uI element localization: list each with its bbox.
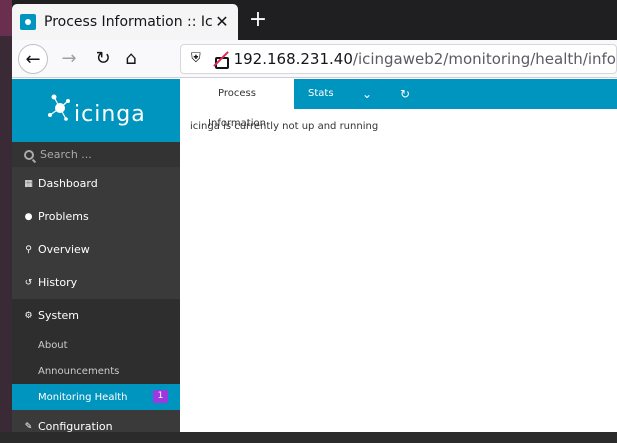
menu-label: History bbox=[38, 276, 78, 289]
system-submenu: About Announcements Monitoring Health 1 bbox=[12, 332, 188, 410]
refresh-icon[interactable]: ↻ bbox=[390, 79, 420, 109]
url-host: 192.168.231.40 bbox=[233, 50, 353, 68]
icinga-logo-icon bbox=[48, 94, 70, 121]
submenu-item-monitoring-health[interactable]: Monitoring Health 1 bbox=[12, 384, 188, 410]
chevron-down-icon[interactable]: ⌄ bbox=[352, 79, 382, 109]
back-button[interactable]: ← bbox=[18, 44, 48, 74]
tab-stats[interactable]: Stats bbox=[298, 79, 344, 109]
submenu-item-announcements[interactable]: Announcements bbox=[12, 358, 180, 384]
history-icon: ↺ bbox=[24, 277, 33, 288]
new-tab-button[interactable]: + bbox=[244, 6, 272, 34]
menu-item-system[interactable]: ⚙ System bbox=[12, 299, 180, 332]
icinga-favicon-icon bbox=[20, 14, 36, 30]
main-content: Process Information Stats ⌄ ↻ icinga is … bbox=[180, 79, 617, 432]
menu-label: Overview bbox=[38, 243, 90, 256]
browser-window: Process Information :: Icinga Web ✕ + ← … bbox=[12, 0, 617, 433]
menu-item-configuration[interactable]: ✎ Configuration bbox=[12, 410, 180, 443]
menu-label: Problems bbox=[38, 210, 89, 223]
dashboard-icon: ▦ bbox=[24, 178, 33, 189]
forward-button[interactable]: → bbox=[54, 44, 84, 74]
logo-area[interactable]: icinga bbox=[12, 79, 180, 142]
close-tab-icon[interactable]: ✕ bbox=[212, 12, 232, 32]
address-bar[interactable]: ⛨ 192.168.231.40/icingaweb2/monitoring/h… bbox=[180, 44, 617, 74]
browser-tab[interactable]: Process Information :: Icinga Web ✕ bbox=[12, 4, 238, 40]
search-box bbox=[12, 142, 180, 167]
menu-label: Configuration bbox=[38, 420, 113, 433]
shield-icon[interactable]: ⛨ bbox=[191, 51, 202, 67]
navigation-bar: ← → ↻ ⌂ ⛨ 192.168.231.40/icingaweb2/moni… bbox=[12, 40, 617, 78]
gears-icon: ⚙ bbox=[24, 310, 33, 321]
wrench-icon: ✎ bbox=[24, 421, 33, 432]
menu-item-problems[interactable]: ● Problems bbox=[12, 200, 180, 233]
desktop-accent bbox=[0, 0, 12, 36]
tabs-bar: Process Information Stats ⌄ ↻ bbox=[180, 79, 617, 129]
url-text[interactable]: 192.168.231.40/icingaweb2/monitoring/hea… bbox=[234, 50, 616, 68]
menu-label: System bbox=[38, 309, 80, 322]
menu-item-history[interactable]: ↺ History bbox=[12, 266, 180, 299]
count-badge: 1 bbox=[153, 390, 168, 403]
tab-title: Process Information :: Icinga Web bbox=[44, 14, 214, 30]
desktop-edge bbox=[0, 0, 12, 432]
submenu-label: Monitoring Health bbox=[38, 391, 128, 403]
tab-bar: Process Information :: Icinga Web ✕ + bbox=[12, 0, 617, 40]
search-icon bbox=[24, 149, 34, 160]
home-button[interactable]: ⌂ bbox=[116, 44, 146, 74]
menu-label: Dashboard bbox=[38, 177, 98, 190]
search-input[interactable] bbox=[40, 148, 160, 161]
url-path: /icingaweb2/monitoring/health/info bbox=[352, 50, 616, 68]
logo-text: icinga bbox=[74, 102, 146, 127]
problems-icon: ● bbox=[24, 211, 33, 222]
submenu-label: Announcements bbox=[38, 365, 120, 377]
icinga-page: icinga ▦ Dashboard ● Problems ⚲ Overview… bbox=[12, 79, 617, 433]
menu-item-overview[interactable]: ⚲ Overview bbox=[12, 233, 180, 266]
sidebar: icinga ▦ Dashboard ● Problems ⚲ Overview… bbox=[12, 79, 188, 433]
tab-process-information[interactable]: Process Information bbox=[180, 79, 294, 129]
status-message: icinga is currently not up and running bbox=[190, 121, 379, 132]
insecure-lock-icon[interactable] bbox=[212, 51, 230, 69]
menu-item-dashboard[interactable]: ▦ Dashboard bbox=[12, 167, 180, 200]
submenu-item-about[interactable]: About bbox=[12, 332, 180, 358]
reload-button[interactable]: ↻ bbox=[88, 44, 118, 74]
submenu-label: About bbox=[38, 339, 68, 351]
binoculars-icon: ⚲ bbox=[25, 244, 32, 255]
